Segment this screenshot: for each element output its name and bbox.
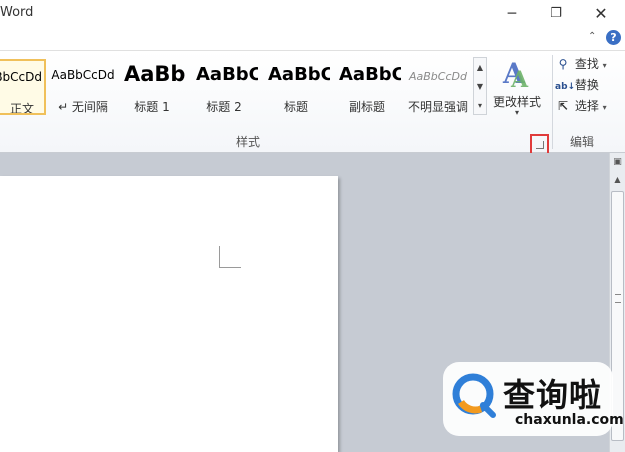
style-no-spacing[interactable]: AaBbCcDd ↵ 无间隔 — [50, 59, 116, 115]
window-title: Word — [0, 5, 34, 20]
style-sample: AaBbCcDd — [409, 70, 467, 83]
style-sample: AaBbCcDd — [0, 70, 42, 84]
minimize-button[interactable]: ─ — [497, 2, 527, 26]
ribbon-tab-row: ⌃ ? — [0, 30, 625, 51]
restore-button[interactable]: ❐ — [541, 2, 571, 26]
style-name: ↵ 无间隔 — [58, 100, 108, 114]
group-divider — [552, 55, 553, 149]
gallery-scroll-control: ▲ ▼ ▾ — [473, 57, 487, 115]
document-page[interactable] — [0, 176, 338, 452]
change-styles-button[interactable]: A A 更改样式 ▾ — [490, 57, 544, 123]
style-sample: AaBbC — [268, 64, 330, 85]
style-subtle-emphasis[interactable]: AaBbCcDd 不明显强调 — [405, 59, 471, 115]
close-button[interactable]: ✕ — [586, 2, 616, 26]
replace-button[interactable]: ab↓ 替换 — [555, 76, 625, 96]
style-name: 不明显强调 — [407, 100, 468, 114]
replace-label: 替换 — [574, 78, 599, 92]
watermark-domain: chaxunla.com — [515, 412, 624, 428]
change-styles-icon: A A — [502, 57, 529, 89]
select-button[interactable]: ⇱ 选择 ▾ — [555, 97, 625, 117]
style-sample: AaBb — [124, 62, 186, 86]
magnifier-logo-icon — [452, 373, 496, 418]
gallery-up-arrow-icon[interactable]: ▲ — [474, 58, 486, 77]
styles-group-label: 样式 — [236, 135, 261, 149]
ribbon: ⌃ ? AaBbCcDd 正文 AaBbCcDd ↵ 无间隔 AaBb 标题 1… — [0, 30, 625, 157]
title-bar: Word ─ ❐ ✕ — [0, 0, 625, 30]
replace-icon: ab↓ — [555, 82, 576, 92]
binoculars-icon: ⚲ — [558, 57, 568, 71]
style-sample: AaBbC — [196, 64, 258, 85]
style-title[interactable]: AaBbC 标题 — [262, 59, 330, 115]
style-subtitle[interactable]: AaBbC 副标题 — [333, 59, 401, 115]
watermark-brand: 查询啦 — [503, 376, 603, 414]
svg-text:A: A — [510, 67, 529, 89]
scroll-grip-icon — [615, 294, 621, 303]
gallery-down-arrow-icon[interactable]: ▼ — [474, 77, 486, 96]
gallery-more-icon[interactable]: ▾ — [474, 96, 486, 115]
ruler-toggle-icon[interactable]: ▣ — [612, 157, 623, 168]
editing-group-label: 编辑 — [570, 135, 595, 149]
style-sample: AaBbC — [339, 64, 401, 85]
ribbon-home-panel: AaBbCcDd 正文 AaBbCcDd ↵ 无间隔 AaBb 标题 1 AaB… — [0, 51, 625, 157]
style-name: 正文 — [9, 102, 34, 115]
style-sample: AaBbCcDd — [51, 68, 115, 82]
chevron-down-icon: ▾ — [602, 61, 607, 70]
find-button[interactable]: ⚲ 查找 ▾ — [555, 55, 625, 75]
dialog-launcher-icon — [536, 141, 544, 149]
quick-styles-gallery: AaBbCcDd 正文 AaBbCcDd ↵ 无间隔 AaBb 标题 1 AaB… — [0, 59, 487, 115]
select-cursor-icon: ⇱ — [557, 99, 569, 113]
select-label: 选择 — [574, 99, 599, 113]
style-heading-1[interactable]: AaBb 标题 1 — [118, 59, 186, 115]
editing-group: ⚲ 查找 ▾ ab↓ 替换 ⇱ 选择 ▾ 编辑 — [555, 55, 625, 151]
style-name: 标题 — [283, 100, 308, 114]
help-icon[interactable]: ? — [606, 30, 621, 45]
scroll-up-arrow-icon[interactable]: ▲ — [612, 175, 623, 187]
collapse-ribbon-icon[interactable]: ⌃ — [588, 31, 596, 42]
style-name: 标题 2 — [206, 100, 242, 114]
chevron-down-icon: ▾ — [514, 108, 519, 117]
find-label: 查找 — [574, 57, 599, 71]
style-name: 标题 1 — [134, 100, 170, 114]
style-name: 副标题 — [348, 100, 385, 114]
style-normal[interactable]: AaBbCcDd 正文 — [0, 59, 46, 115]
style-heading-2[interactable]: AaBbC 标题 2 — [190, 59, 258, 115]
chevron-down-icon: ▾ — [602, 103, 607, 112]
watermark-logo: 查询啦 chaxunla.com — [443, 362, 624, 436]
margin-corner-mark — [219, 246, 241, 268]
